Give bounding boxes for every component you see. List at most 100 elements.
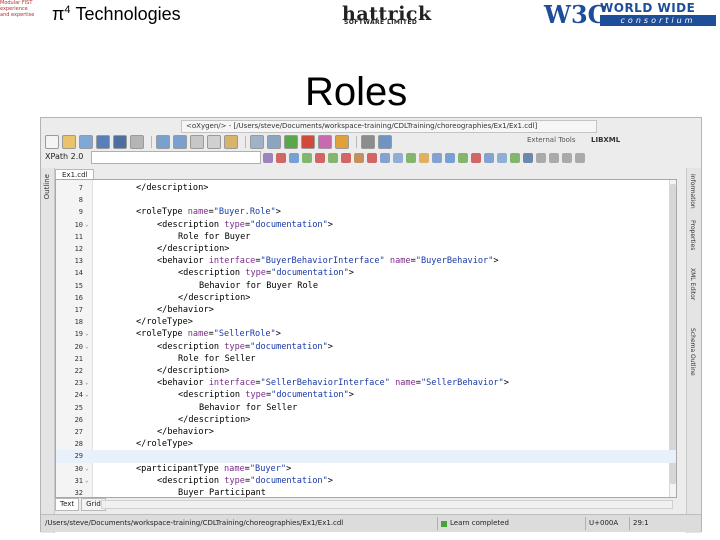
check-well-formed-icon[interactable] bbox=[301, 135, 315, 149]
debug-icon[interactable] bbox=[335, 135, 349, 149]
xml-tool-icon[interactable] bbox=[276, 153, 286, 163]
fold-toggle-icon[interactable]: ⌄ bbox=[85, 219, 89, 231]
code-line[interactable]: 14 <description type="documentation"> bbox=[56, 267, 676, 279]
side-view-tab-properties[interactable]: Properties bbox=[689, 220, 696, 250]
fold-toggle-icon[interactable]: ⌄ bbox=[85, 377, 89, 389]
code-line[interactable]: 27 </behavior> bbox=[56, 426, 676, 438]
code-line[interactable]: 25 Behavior for Seller bbox=[56, 402, 676, 414]
libxml-selector[interactable]: LIBXML bbox=[591, 136, 620, 144]
side-view-tab-schema-outline[interactable]: Schema Outline bbox=[689, 328, 696, 376]
xml-tool-icon[interactable] bbox=[302, 153, 312, 163]
xml-tool-icon[interactable] bbox=[523, 153, 533, 163]
xml-tool-icon[interactable] bbox=[393, 153, 403, 163]
xml-tool-icon[interactable] bbox=[432, 153, 442, 163]
code-line[interactable]: 22 </description> bbox=[56, 365, 676, 377]
code-line[interactable]: 29 bbox=[56, 450, 676, 463]
code-line[interactable]: 31 ⌄ <description type="documentation"> bbox=[56, 475, 676, 487]
find-in-files-icon[interactable] bbox=[267, 135, 281, 149]
code-line[interactable]: 15 Behavior for Buyer Role bbox=[56, 280, 676, 292]
fold-toggle-icon[interactable]: ⌄ bbox=[85, 475, 89, 487]
xml-tool-icon[interactable] bbox=[406, 153, 416, 163]
code-line[interactable]: 28 </roleType> bbox=[56, 438, 676, 450]
undo-icon[interactable] bbox=[156, 135, 170, 149]
code-line[interactable]: 20 ⌄ <description type="documentation"> bbox=[56, 341, 676, 353]
print-icon[interactable] bbox=[130, 135, 144, 149]
xml-tool-icon[interactable] bbox=[536, 153, 546, 163]
xpath-version-selector[interactable]: XPath 2.0 bbox=[45, 152, 83, 161]
configure-icon[interactable] bbox=[361, 135, 375, 149]
redo-icon[interactable] bbox=[173, 135, 187, 149]
horizontal-scrollbar[interactable] bbox=[101, 500, 673, 509]
code-line[interactable]: 30 ⌄ <participantType name="Buyer"> bbox=[56, 463, 676, 475]
xml-tool-icon[interactable] bbox=[354, 153, 364, 163]
validate-icon[interactable] bbox=[284, 135, 298, 149]
code-line[interactable]: 23 ⌄ <behavior interface="SellerBehaviorIn… bbox=[56, 377, 676, 389]
fold-toggle-icon[interactable]: ⌄ bbox=[85, 389, 89, 401]
code-line[interactable]: 32 Buyer Participant bbox=[56, 487, 676, 497]
xml-tool-icon[interactable] bbox=[562, 153, 572, 163]
line-number: 30 bbox=[74, 464, 83, 473]
code-editor[interactable]: 7 </description> 8 9 <roleType name="Buyer.R… bbox=[55, 179, 677, 498]
status-message: Learn completed bbox=[450, 519, 509, 527]
fold-toggle-icon[interactable]: ⌄ bbox=[85, 328, 89, 340]
xml-tool-icon[interactable] bbox=[341, 153, 351, 163]
xml-tool-icon[interactable] bbox=[419, 153, 429, 163]
xml-tool-icon[interactable] bbox=[458, 153, 468, 163]
line-number: 18 bbox=[74, 318, 83, 327]
external-tool-icon[interactable] bbox=[378, 135, 392, 149]
xml-tool-icon[interactable] bbox=[328, 153, 338, 163]
xpath-input[interactable] bbox=[91, 151, 261, 164]
outline-view-tab[interactable]: Outline bbox=[43, 174, 51, 199]
tag-text: Role for Buyer bbox=[178, 231, 251, 242]
tag-text: <behavior bbox=[157, 378, 209, 389]
open-url-icon[interactable] bbox=[79, 135, 93, 149]
xml-tool-icon[interactable] bbox=[510, 153, 520, 163]
xml-tool-icon[interactable] bbox=[575, 153, 585, 163]
xml-tool-icon[interactable] bbox=[315, 153, 325, 163]
transform-icon[interactable] bbox=[318, 135, 332, 149]
code-line[interactable]: 9 <roleType name="Buyer.Role"> bbox=[56, 206, 676, 218]
code-line[interactable]: 24 ⌄ <description type="documentation"> bbox=[56, 389, 676, 401]
code-line[interactable]: 17 </behavior> bbox=[56, 304, 676, 316]
save-icon[interactable] bbox=[96, 135, 110, 149]
xml-tool-icon[interactable] bbox=[380, 153, 390, 163]
xml-tool-icon[interactable] bbox=[289, 153, 299, 163]
status-separator bbox=[629, 517, 630, 530]
find-icon[interactable] bbox=[250, 135, 264, 149]
open-file-icon[interactable] bbox=[62, 135, 76, 149]
external-tools-menu[interactable]: External Tools bbox=[527, 136, 576, 144]
fold-toggle-icon[interactable]: ⌄ bbox=[85, 341, 89, 353]
side-view-tab-xml-editor[interactable]: XML Editor bbox=[689, 268, 696, 300]
paste-icon[interactable] bbox=[224, 135, 238, 149]
code-line[interactable]: 18 </roleType> bbox=[56, 316, 676, 328]
new-file-icon[interactable] bbox=[45, 135, 59, 149]
code-line[interactable]: 16 </description> bbox=[56, 292, 676, 304]
side-view-tab-information[interactable]: Information bbox=[689, 174, 696, 209]
xml-tool-icon[interactable] bbox=[497, 153, 507, 163]
xml-tool-icon[interactable] bbox=[445, 153, 455, 163]
tag-text: <roleType bbox=[136, 329, 188, 340]
code-line[interactable]: 13 <behavior interface="BuyerBehaviorInte… bbox=[56, 255, 676, 267]
code-line[interactable]: 19 ⌄ <roleType name="SellerRole"> bbox=[56, 328, 676, 340]
code-line[interactable]: 12 </description> bbox=[56, 243, 676, 255]
cut-icon[interactable] bbox=[190, 135, 204, 149]
status-file-path: /Users/steve/Documents/workspace-trainin… bbox=[45, 519, 344, 527]
code-line[interactable]: 26 </description> bbox=[56, 414, 676, 426]
code-line[interactable]: 7 </description> bbox=[56, 182, 676, 194]
save-all-icon[interactable] bbox=[113, 135, 127, 149]
xml-tool-icon[interactable] bbox=[484, 153, 494, 163]
code-line[interactable]: 11 Role for Buyer bbox=[56, 231, 676, 243]
code-text: Buyer Participant bbox=[178, 487, 266, 497]
code-line[interactable]: 8 bbox=[56, 194, 676, 206]
xml-tool-icon[interactable] bbox=[367, 153, 377, 163]
fold-toggle-icon[interactable]: ⌄ bbox=[85, 463, 89, 475]
xml-tool-icon[interactable] bbox=[471, 153, 481, 163]
xml-tool-icon[interactable] bbox=[549, 153, 559, 163]
copy-icon[interactable] bbox=[207, 135, 221, 149]
code-line[interactable]: 10 ⌄ <description type="documentation"> bbox=[56, 219, 676, 231]
tab-text[interactable]: Text bbox=[55, 498, 80, 511]
xml-tool-icon[interactable] bbox=[263, 153, 273, 163]
code-line[interactable]: 21 Role for Seller bbox=[56, 353, 676, 365]
tag-text: </roleType> bbox=[136, 439, 193, 450]
line-number: 32 bbox=[74, 489, 83, 497]
